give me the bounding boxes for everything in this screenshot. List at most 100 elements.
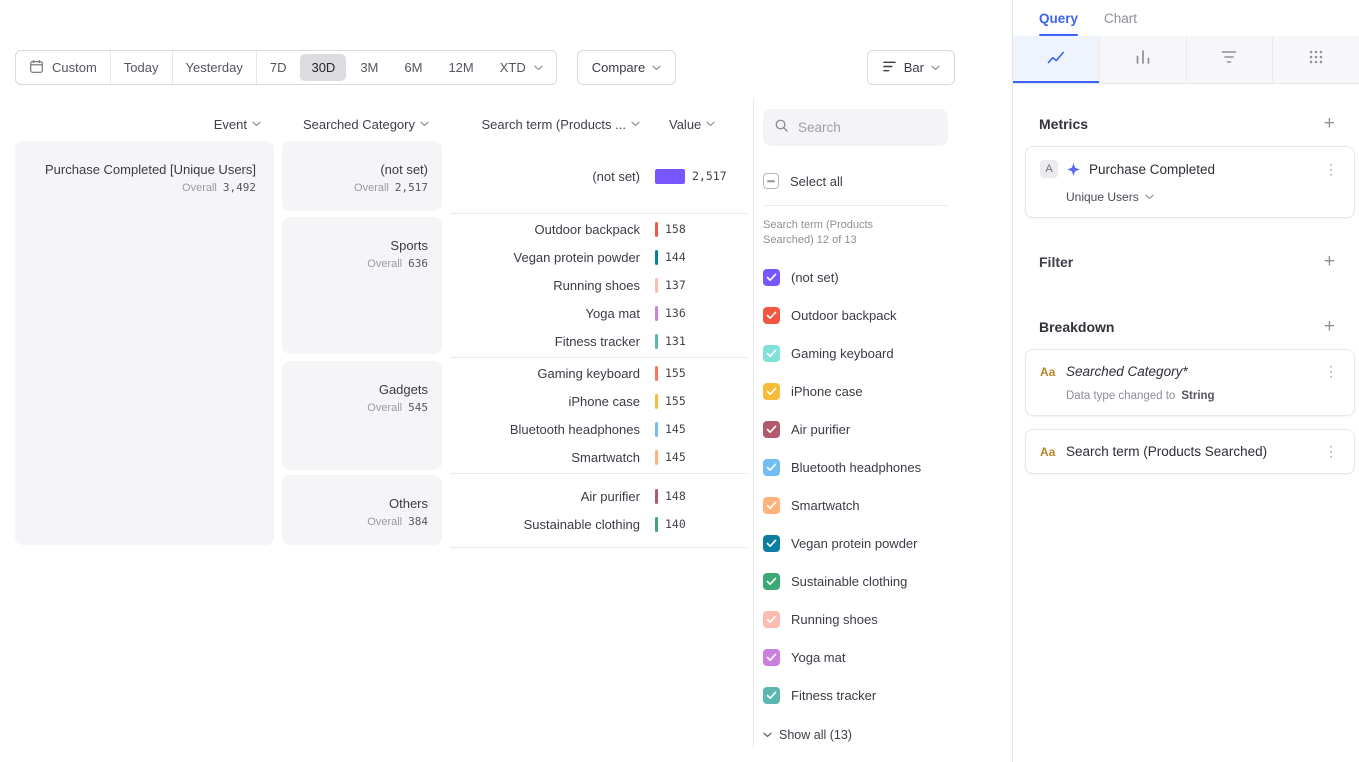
value-bar xyxy=(655,334,658,349)
series-checkbox[interactable] xyxy=(763,535,780,552)
term-row[interactable]: Air purifier148 xyxy=(450,482,747,510)
add-filter-button[interactable]: + xyxy=(1324,252,1335,271)
date-range-30d[interactable]: 30D xyxy=(300,54,346,81)
more-options-button[interactable]: ⋮ xyxy=(1322,443,1340,460)
more-options-button[interactable]: ⋮ xyxy=(1322,363,1340,380)
series-checkbox-item[interactable]: Bluetooth headphones xyxy=(763,448,953,486)
series-checkbox[interactable] xyxy=(763,345,780,362)
date-range-label: 3M xyxy=(360,60,378,75)
series-checkbox-item[interactable]: Smartwatch xyxy=(763,486,953,524)
term-row[interactable]: Gaming keyboard155 xyxy=(450,359,747,387)
value-cell: 137 xyxy=(655,278,686,293)
date-range-yesterday[interactable]: Yesterday xyxy=(173,51,257,84)
tab-query[interactable]: Query xyxy=(1039,0,1078,36)
event-overall: Overall3,492 xyxy=(25,181,256,194)
value-cell: 158 xyxy=(655,222,686,237)
term-row[interactable]: (not set)2,517 xyxy=(450,162,747,190)
grid-report-tab[interactable] xyxy=(1272,36,1359,83)
value-cell: 136 xyxy=(655,306,686,321)
series-checkbox[interactable] xyxy=(763,421,780,438)
chevron-down-icon xyxy=(631,121,640,127)
series-checkbox[interactable] xyxy=(763,307,780,324)
breakdown-property-name: Searched Category* xyxy=(1066,364,1188,379)
breakdown-card[interactable]: AaSearched Category*⋮Data type changed t… xyxy=(1025,349,1355,416)
query-panel: Query Chart Metrics + A Purchase Complete… xyxy=(1012,0,1359,762)
event-cell[interactable]: Purchase Completed [Unique Users] Overal… xyxy=(15,141,274,545)
series-checkbox[interactable] xyxy=(763,497,780,514)
more-options-button[interactable]: ⋮ xyxy=(1322,161,1340,178)
add-breakdown-button[interactable]: + xyxy=(1324,317,1335,336)
term-row[interactable]: Bluetooth headphones145 xyxy=(450,415,747,443)
term-row[interactable]: Fitness tracker131 xyxy=(450,327,747,355)
category-cell[interactable]: OthersOverall384 xyxy=(282,475,442,545)
term-row[interactable]: Outdoor backpack158 xyxy=(450,215,747,243)
date-range-6m[interactable]: 6M xyxy=(391,51,435,84)
series-checkbox-item[interactable]: Fitness tracker xyxy=(763,676,953,714)
breakdown-list: AaSearched Category*⋮Data type changed t… xyxy=(1025,349,1355,474)
column-header-searched-category[interactable]: Searched Category xyxy=(282,117,442,132)
category-overall: Overall384 xyxy=(290,515,428,528)
series-checkbox-item[interactable]: iPhone case xyxy=(763,372,953,410)
compare-button[interactable]: Compare xyxy=(577,50,676,85)
series-checkbox[interactable] xyxy=(763,269,780,286)
term-row[interactable]: Smartwatch145 xyxy=(450,443,747,471)
chart-type-button[interactable]: Bar xyxy=(867,50,955,85)
series-checkbox[interactable] xyxy=(763,383,780,400)
breakdown-card[interactable]: Aa Search term (Products Searched) ⋮ xyxy=(1025,429,1355,474)
event-name: Purchase Completed [Unique Users] xyxy=(25,161,256,178)
category-cell[interactable]: SportsOverall636 xyxy=(282,217,442,354)
series-checkbox[interactable] xyxy=(763,573,780,590)
term-row[interactable]: iPhone case155 xyxy=(450,387,747,415)
category-cell[interactable]: GadgetsOverall545 xyxy=(282,361,442,470)
series-checkbox[interactable] xyxy=(763,687,780,704)
term-row[interactable]: Yoga mat136 xyxy=(450,299,747,327)
select-all[interactable]: Select all xyxy=(763,173,953,189)
series-checkbox-item[interactable]: Sustainable clothing xyxy=(763,562,953,600)
date-range-today[interactable]: Today xyxy=(111,51,173,84)
value-cell: 131 xyxy=(655,334,686,349)
date-range-custom[interactable]: Custom xyxy=(16,51,111,84)
table-area: Event Searched Category Search term (Pro… xyxy=(15,99,747,747)
series-checkbox-item[interactable]: Air purifier xyxy=(763,410,953,448)
query-builder: Metrics + A Purchase Completed ⋮ Unique … xyxy=(1013,84,1359,474)
column-header-search-term[interactable]: Search term (Products ... xyxy=(450,117,640,132)
column-header-event[interactable]: Event xyxy=(15,117,274,132)
string-property-icon: Aa xyxy=(1040,445,1058,459)
term-label: Smartwatch xyxy=(450,450,640,465)
term-row[interactable]: Running shoes137 xyxy=(450,271,747,299)
show-all-button[interactable]: Show all (13) xyxy=(763,728,953,742)
divider xyxy=(763,205,948,206)
series-label: (not set) xyxy=(791,270,839,285)
series-checkbox-item[interactable]: Yoga mat xyxy=(763,638,953,676)
series-checkbox-item[interactable]: (not set) xyxy=(763,258,953,296)
metric-card[interactable]: A Purchase Completed ⋮ Unique Users xyxy=(1025,146,1355,218)
date-range-3m[interactable]: 3M xyxy=(347,51,391,84)
calendar-icon xyxy=(29,59,44,77)
insights-report-tab[interactable] xyxy=(1013,36,1099,83)
term-row[interactable]: Sustainable clothing140 xyxy=(450,510,747,538)
series-checkbox[interactable] xyxy=(763,611,780,628)
date-range-7d[interactable]: 7D xyxy=(257,51,300,84)
series-checkbox-item[interactable]: Vegan protein powder xyxy=(763,524,953,562)
bar-chart-report-tab[interactable] xyxy=(1099,36,1186,83)
add-metric-button[interactable]: + xyxy=(1324,114,1335,133)
series-checkbox[interactable] xyxy=(763,649,780,666)
series-checkbox-item[interactable]: Outdoor backpack xyxy=(763,296,953,334)
series-checkbox-item[interactable]: Gaming keyboard xyxy=(763,334,953,372)
table-group: GadgetsOverall545 Gaming keyboard155iPhon… xyxy=(282,359,747,471)
column-header-value[interactable]: Value xyxy=(669,117,715,132)
series-checkbox[interactable] xyxy=(763,459,780,476)
category-cell[interactable]: (not set)Overall2,517 xyxy=(282,141,442,211)
tab-chart[interactable]: Chart xyxy=(1104,0,1137,36)
date-range-12m[interactable]: 12M xyxy=(435,51,486,84)
date-range-label: Today xyxy=(124,60,159,75)
select-all-checkbox[interactable] xyxy=(763,173,779,189)
term-row[interactable]: Vegan protein powder144 xyxy=(450,243,747,271)
search-input[interactable]: Search xyxy=(763,109,948,146)
metric-card-row: A Purchase Completed ⋮ xyxy=(1040,160,1340,178)
funnel-report-tab[interactable] xyxy=(1186,36,1273,83)
date-range-xtd[interactable]: XTD xyxy=(487,51,556,84)
breakdown-property-name: Search term (Products Searched) xyxy=(1066,444,1267,459)
series-checkbox-item[interactable]: Running shoes xyxy=(763,600,953,638)
measurement-selector[interactable]: Unique Users xyxy=(1066,190,1340,204)
